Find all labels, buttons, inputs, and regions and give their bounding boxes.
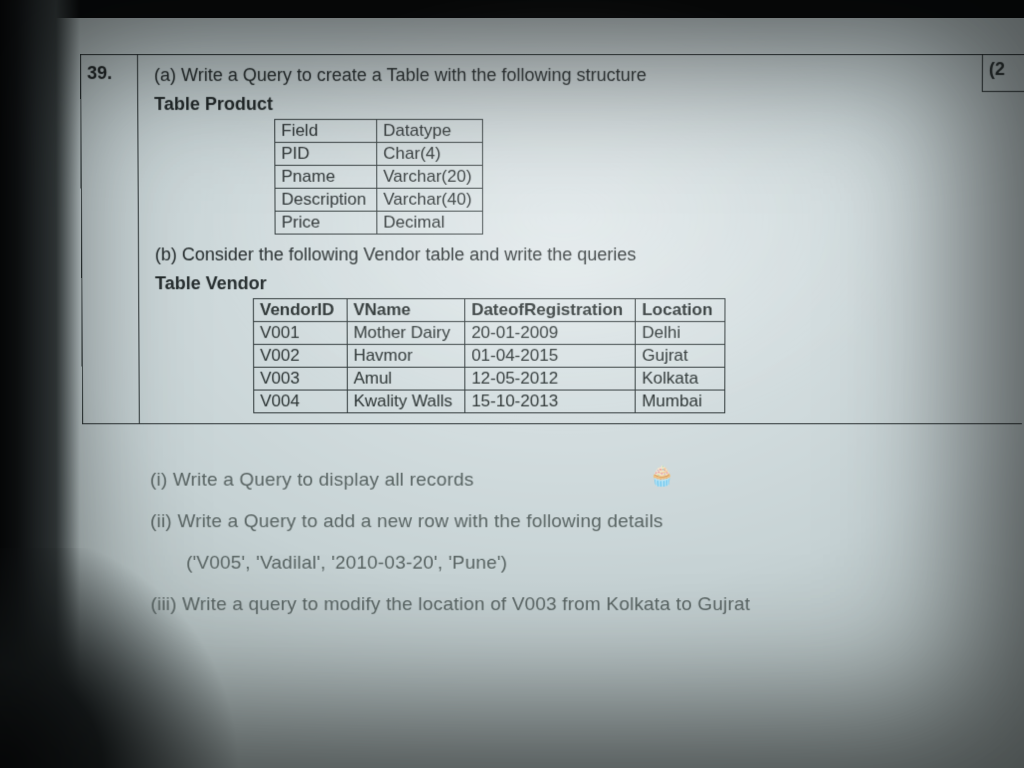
monitor-bezel-left <box>0 0 80 768</box>
table-row: Pname Varchar(20) <box>275 165 482 188</box>
document-page: (2 39. (a) Write a Query to create a Tab… <box>80 54 1024 726</box>
subquestions: (i) Write a Query to display all records… <box>150 470 1022 616</box>
table-row: Field Datatype <box>275 119 482 142</box>
product-structure-table: Field Datatype PID Char(4) Pname Varchar… <box>274 119 482 235</box>
table-row: Description Varchar(40) <box>275 188 482 211</box>
monitor-bezel-top <box>0 0 1024 18</box>
question-frame: 39. (a) Write a Query to create a Table … <box>80 54 1024 424</box>
vendor-table-label: Table Vendor <box>155 273 1013 294</box>
table-row: VendorID VName DateofRegistration Locati… <box>253 299 725 322</box>
table-row: PID Char(4) <box>275 142 482 165</box>
subq-i: (i) Write a Query to display all records <box>150 470 1022 492</box>
part-a-text: (a) Write a Query to create a Table with… <box>154 65 1014 86</box>
product-table-label: Table Product <box>154 94 1014 115</box>
table-row: Price Decimal <box>275 211 482 234</box>
marks-box: (2 <box>982 54 1024 92</box>
subq-ii-detail: ('V005', 'Vadilal', '2010-03-20', 'Pune'… <box>186 553 1021 575</box>
col-header-dor: DateofRegistration <box>465 299 636 322</box>
part-b-text: (b) Consider the following Vendor table … <box>155 245 1013 266</box>
subq-ii: (ii) Write a Query to add a new row with… <box>150 511 1021 533</box>
col-header-location: Location <box>635 299 725 322</box>
vendor-table: VendorID VName DateofRegistration Locati… <box>253 298 726 413</box>
question-body: (a) Write a Query to create a Table with… <box>138 55 1024 423</box>
col-header-vendorid: VendorID <box>253 299 346 322</box>
table-row: V002 Havmor 01-04-2015 Gujrat <box>254 344 725 367</box>
subq-iii: (iii) Write a query to modify the locati… <box>151 594 1021 616</box>
table-row: V004 Kwality Walls 15-10-2013 Mumbai <box>254 390 725 413</box>
question-number: 39. <box>81 55 140 423</box>
col-header-datatype: Datatype <box>377 119 482 142</box>
col-header-field: Field <box>275 119 377 142</box>
col-header-vname: VName <box>347 299 465 322</box>
table-row: V003 Amul 12-05-2012 Kolkata <box>254 367 725 390</box>
table-row: V001 Mother Dairy 20-01-2009 Delhi <box>253 322 725 345</box>
